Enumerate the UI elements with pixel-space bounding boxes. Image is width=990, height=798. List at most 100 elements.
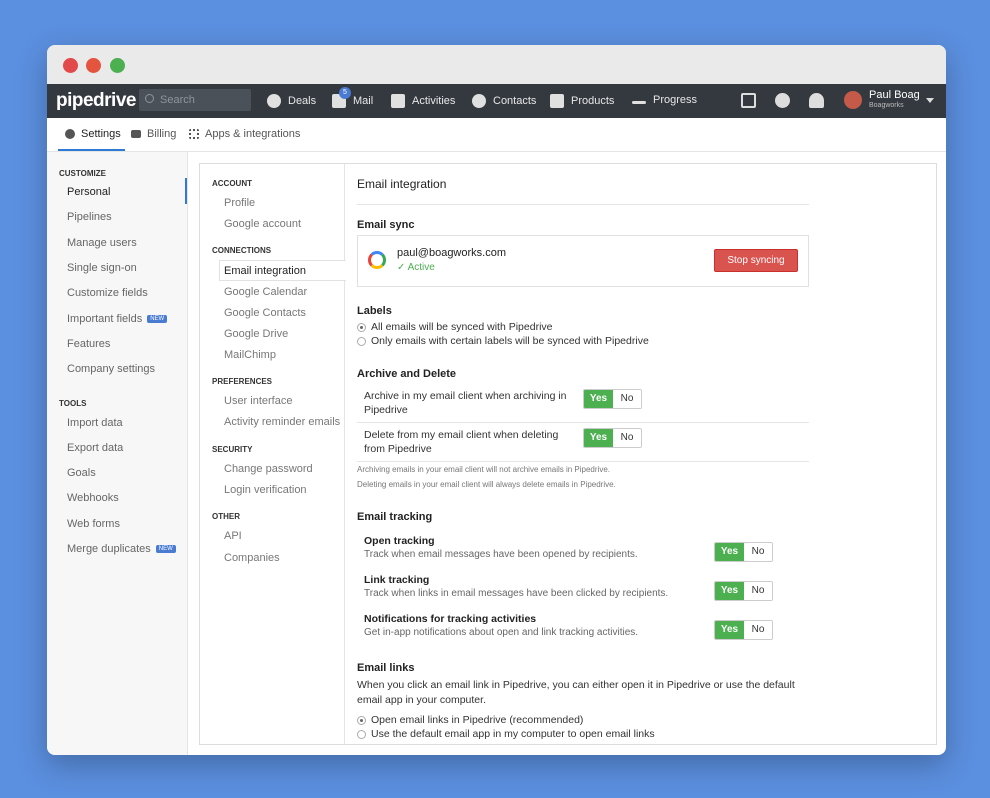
subnav-user-interface[interactable]: User interface bbox=[224, 395, 292, 407]
connections-heading: CONNECTIONS bbox=[212, 246, 272, 255]
sidebar-item-merge-duplicates[interactable]: Merge duplicates NEW bbox=[67, 543, 176, 555]
nav-deals-label: Deals bbox=[288, 95, 317, 107]
tab-billing[interactable]: Billing bbox=[131, 128, 176, 140]
active-tab-indicator bbox=[58, 149, 125, 151]
radio-unselected-icon[interactable] bbox=[357, 729, 366, 739]
subnav-profile[interactable]: Profile bbox=[224, 197, 255, 209]
radio-selected-icon[interactable] bbox=[357, 322, 366, 332]
labels-option-all[interactable]: All emails will be synced with Pipedrive bbox=[357, 321, 553, 333]
page-title: Email integration bbox=[357, 177, 447, 191]
person-icon bbox=[472, 94, 486, 108]
nav-progress[interactable]: Progress bbox=[632, 94, 697, 106]
subnav-companies[interactable]: Companies bbox=[224, 552, 280, 564]
archive-toggle[interactable]: Yes No bbox=[583, 389, 642, 409]
radio-selected-icon[interactable] bbox=[357, 715, 366, 725]
bell-icon[interactable] bbox=[809, 93, 824, 108]
maximize-window-button[interactable] bbox=[110, 58, 125, 73]
sidebar-item-important-fields[interactable]: Important fields NEW bbox=[67, 313, 168, 325]
delete-row: Delete from my email client when deletin… bbox=[357, 423, 809, 462]
subnav-google-drive[interactable]: Google Drive bbox=[224, 328, 288, 340]
card-icon bbox=[131, 130, 141, 138]
subnav-google-account[interactable]: Google account bbox=[224, 218, 301, 230]
tab-settings[interactable]: Settings bbox=[65, 128, 121, 140]
sidebar-item-webhooks[interactable]: Webhooks bbox=[67, 492, 119, 504]
open-tracking-toggle[interactable]: Yes No bbox=[714, 542, 773, 562]
user-name[interactable]: Paul Boag bbox=[869, 89, 920, 101]
notifications-title: Notifications for tracking activities bbox=[364, 613, 537, 625]
nav-progress-label: Progress bbox=[653, 94, 698, 106]
close-window-button[interactable] bbox=[63, 58, 78, 73]
links-option-default-app-label: Use the default email app in my computer… bbox=[371, 728, 655, 740]
important-fields-label: Important fields bbox=[67, 313, 143, 325]
link-tracking-toggle[interactable]: Yes No bbox=[714, 581, 773, 601]
gear-icon bbox=[65, 129, 75, 139]
synced-email: paul@boagworks.com bbox=[397, 247, 506, 259]
open-tracking-yes[interactable]: Yes bbox=[715, 543, 744, 561]
nav-mail[interactable]: Mail bbox=[332, 94, 373, 108]
tab-apps[interactable]: Apps & integrations bbox=[189, 128, 300, 140]
delete-note: Deleting emails in your email client wil… bbox=[357, 480, 616, 489]
nav-contacts[interactable]: Contacts bbox=[472, 94, 536, 108]
sidebar-item-features[interactable]: Features bbox=[67, 338, 110, 350]
help-icon[interactable] bbox=[775, 93, 790, 108]
notifications-no[interactable]: No bbox=[744, 621, 772, 639]
stop-syncing-button[interactable]: Stop syncing bbox=[714, 249, 798, 272]
nav-contacts-label: Contacts bbox=[493, 95, 537, 107]
pipedrive-logo[interactable]: pipedrive bbox=[56, 90, 136, 112]
subnav-login-verification[interactable]: Login verification bbox=[224, 484, 307, 496]
google-icon bbox=[368, 251, 386, 269]
sidebar-item-single-sign-on[interactable]: Single sign-on bbox=[67, 262, 137, 274]
link-tracking-yes[interactable]: Yes bbox=[715, 582, 744, 600]
subnav-activity-reminder-emails[interactable]: Activity reminder emails bbox=[224, 416, 340, 428]
sidebar-item-personal[interactable]: Personal bbox=[67, 186, 110, 198]
delete-yes[interactable]: Yes bbox=[584, 429, 613, 447]
sidebar-item-customize-fields[interactable]: Customize fields bbox=[67, 287, 148, 299]
labels-option-certain[interactable]: Only emails with certain labels will be … bbox=[357, 335, 649, 347]
delete-toggle[interactable]: Yes No bbox=[583, 428, 642, 448]
archive-yes[interactable]: Yes bbox=[584, 390, 613, 408]
links-option-default-app[interactable]: Use the default email app in my computer… bbox=[357, 728, 655, 740]
radio-unselected-icon[interactable] bbox=[357, 336, 366, 346]
sidebar-item-pipelines[interactable]: Pipelines bbox=[67, 211, 112, 223]
sidebar-item-import-data[interactable]: Import data bbox=[67, 417, 123, 429]
delete-label: Delete from my email client when deletin… bbox=[364, 429, 559, 455]
nav-products[interactable]: Products bbox=[550, 94, 614, 108]
subnav-mailchimp[interactable]: MailChimp bbox=[224, 349, 276, 361]
new-badge: NEW bbox=[155, 545, 176, 554]
search-input[interactable]: Search bbox=[139, 89, 251, 111]
sidebar-item-export-data[interactable]: Export data bbox=[67, 442, 123, 454]
nav-activities-label: Activities bbox=[412, 95, 456, 107]
archive-no[interactable]: No bbox=[613, 390, 641, 408]
notifications-toggle[interactable]: Yes No bbox=[714, 620, 773, 640]
sidebar-item-goals[interactable]: Goals bbox=[67, 467, 96, 479]
avatar[interactable] bbox=[844, 91, 862, 109]
top-navbar: pipedrive Search Deals Mail 5 Activities… bbox=[47, 84, 946, 118]
subnav-google-calendar[interactable]: Google Calendar bbox=[224, 286, 307, 298]
nav-activities[interactable]: Activities bbox=[391, 94, 455, 108]
subnav-change-password[interactable]: Change password bbox=[224, 463, 313, 475]
delete-no[interactable]: No bbox=[613, 429, 641, 447]
sidebar-item-company-settings[interactable]: Company settings bbox=[67, 363, 155, 375]
search-placeholder: Search bbox=[160, 94, 195, 106]
subnav-google-contacts[interactable]: Google Contacts bbox=[224, 307, 306, 319]
link-tracking-desc: Track when links in email messages have … bbox=[364, 588, 669, 599]
open-tracking-no[interactable]: No bbox=[744, 543, 772, 561]
settings-subnav-list: ACCOUNT Profile Google account CONNECTIO… bbox=[200, 164, 346, 744]
tab-settings-label: Settings bbox=[81, 128, 121, 140]
email-links-heading: Email links bbox=[357, 662, 415, 674]
minimize-window-button[interactable] bbox=[86, 58, 101, 73]
nav-deals[interactable]: Deals bbox=[267, 94, 316, 108]
sidebar-item-manage-users[interactable]: Manage users bbox=[67, 237, 137, 249]
calendar-icon bbox=[391, 94, 405, 108]
nav-mail-label: Mail bbox=[353, 95, 374, 107]
links-option-pipedrive[interactable]: Open email links in Pipedrive (recommend… bbox=[357, 714, 583, 726]
open-tracking-title: Open tracking bbox=[364, 535, 435, 547]
add-icon[interactable] bbox=[741, 93, 756, 108]
link-tracking-no[interactable]: No bbox=[744, 582, 772, 600]
subnav-api[interactable]: API bbox=[224, 530, 242, 542]
box-icon bbox=[550, 94, 564, 108]
subnav-email-integration[interactable]: Email integration bbox=[224, 265, 306, 277]
notifications-yes[interactable]: Yes bbox=[715, 621, 744, 639]
sidebar-item-web-forms[interactable]: Web forms bbox=[67, 518, 120, 530]
chevron-down-icon[interactable] bbox=[926, 98, 934, 103]
